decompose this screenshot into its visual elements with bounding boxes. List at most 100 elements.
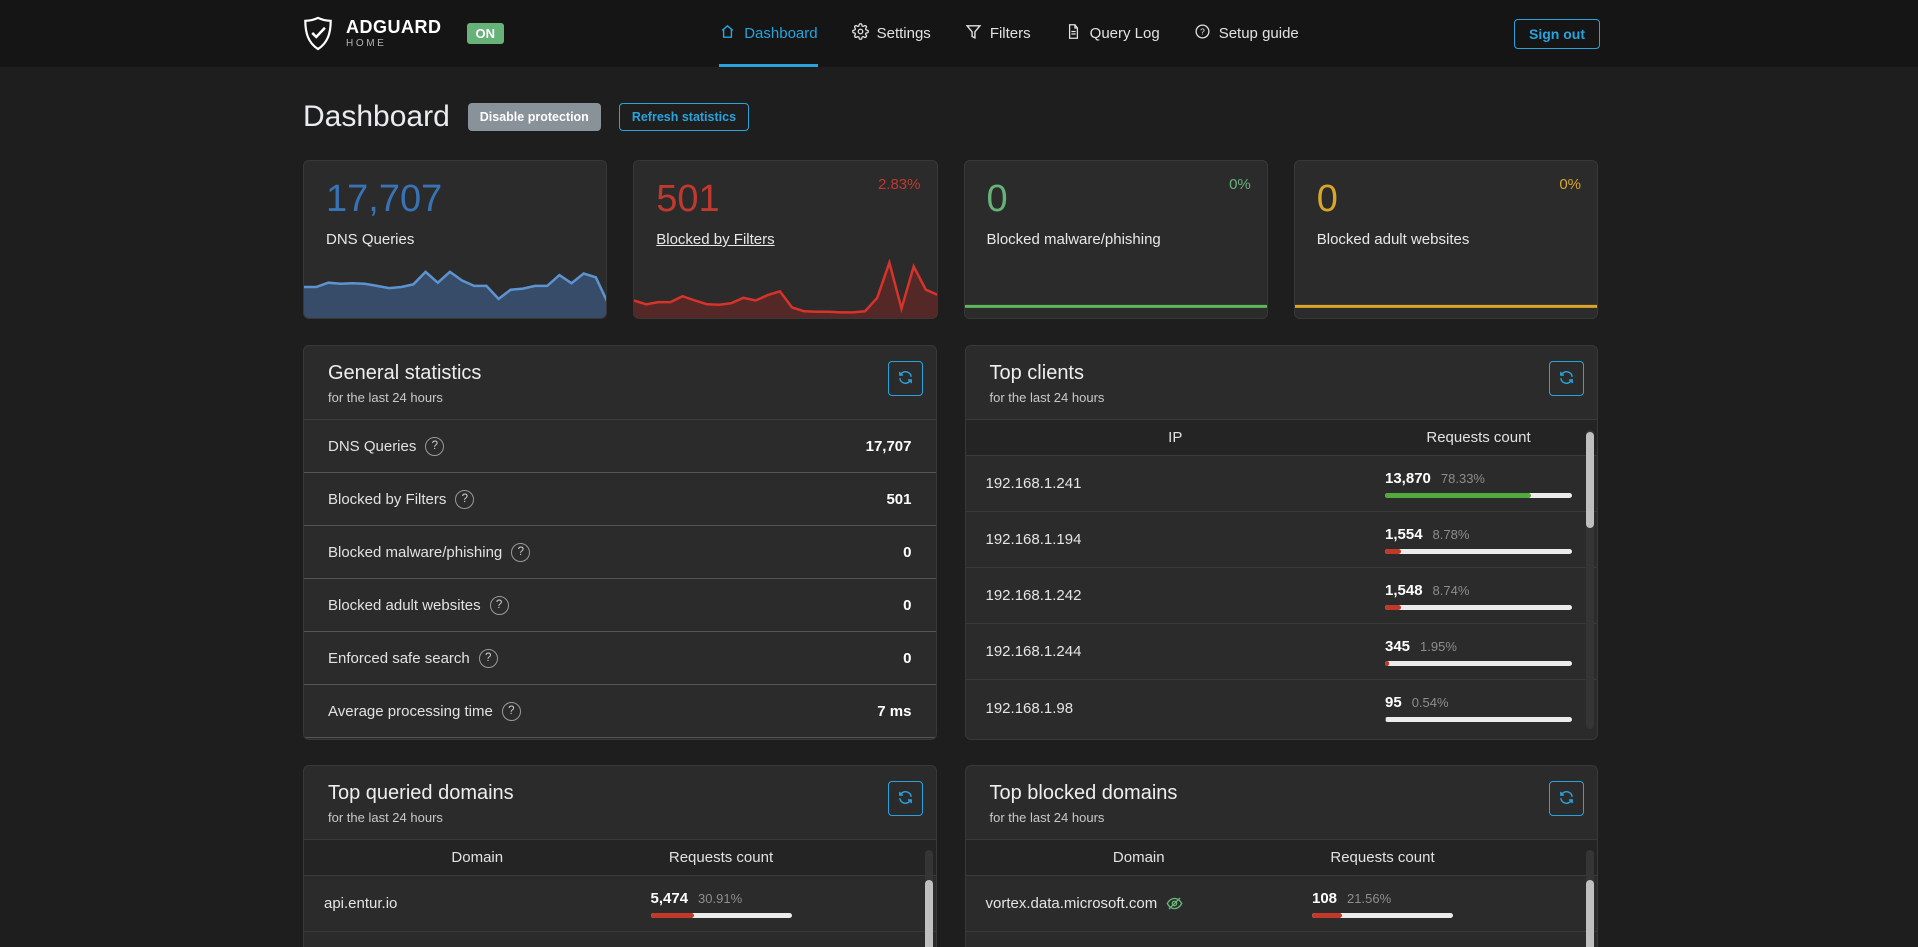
stat-label: Blocked by Filters (328, 491, 446, 508)
nav-label: Query Log (1090, 25, 1160, 42)
panel-subtitle: for the last 24 hours (990, 810, 1574, 825)
refresh-icon (897, 369, 914, 389)
scrollbar-thumb[interactable] (925, 880, 933, 947)
sign-out-button[interactable]: Sign out (1514, 19, 1600, 49)
protection-status-badge: ON (467, 23, 505, 44)
refresh-icon (1558, 369, 1575, 389)
page-title: Dashboard (303, 100, 450, 134)
disable-protection-button[interactable]: Disable protection (468, 103, 601, 131)
stat-value: 0 (903, 597, 911, 614)
requests-cell: 95 0.54% (1385, 694, 1572, 722)
main-nav: Dashboard Settings Filters (719, 0, 1299, 67)
requests-bar (651, 913, 792, 918)
request-count: 95 (1385, 694, 1402, 711)
help-icon[interactable]: ? (490, 596, 509, 615)
panel-title: Top clients (990, 362, 1574, 385)
top-navigation-bar: ADGUARD HOME ON Dashboard Settings (0, 0, 1918, 67)
column-header-ip: IP (966, 429, 1386, 446)
help-icon[interactable]: ? (479, 649, 498, 668)
stat-row: Blocked adult websites ? 0 (304, 579, 936, 632)
request-percent: 30.91% (698, 891, 742, 906)
column-header-domain: Domain (966, 849, 1313, 866)
panel-title: Top queried domains (328, 782, 912, 805)
middle-panels: General statistics for the last 24 hours… (303, 345, 1598, 740)
svg-text:?: ? (1200, 27, 1205, 37)
nav-item-query-log[interactable]: Query Log (1065, 0, 1160, 67)
adguard-brand: ADGUARD HOME ON (303, 16, 504, 51)
request-percent: 21.56% (1347, 891, 1391, 906)
table-row: 192.168.1.98 95 0.54% (966, 680, 1598, 736)
help-icon[interactable]: ? (455, 490, 474, 509)
client-ip[interactable]: 192.168.1.244 (966, 643, 1386, 660)
nav-item-filters[interactable]: Filters (965, 0, 1031, 67)
stat-label: Blocked adult websites (328, 597, 481, 614)
column-header-requests: Requests count (1385, 429, 1572, 446)
adguard-shield-logo-icon (303, 16, 333, 51)
nav-item-settings[interactable]: Settings (852, 0, 931, 67)
card-label: DNS Queries (326, 231, 414, 248)
table-row: 192.168.1.244 3451.95% (966, 624, 1598, 680)
card-label: Blocked malware/phishing (987, 231, 1161, 248)
blocked-by-filters-link[interactable]: Blocked by Filters (656, 231, 774, 248)
scrollbar-thumb[interactable] (1586, 880, 1594, 947)
domain-name[interactable]: vortex.data.microsoft.com (986, 895, 1158, 912)
top-blocked-domains-panel: Top blocked domains for the last 24 hour… (965, 765, 1599, 947)
nav-label: Dashboard (744, 25, 817, 42)
stat-value: 501 (886, 491, 911, 508)
card-value: 0 (1317, 179, 1338, 221)
document-icon (1065, 23, 1082, 44)
scrollbar-thumb[interactable] (1586, 432, 1594, 528)
column-header-domain: Domain (304, 849, 651, 866)
client-ip[interactable]: 192.168.1.241 (966, 475, 1386, 492)
card-value: 17,707 (326, 179, 442, 221)
general-statistics-panel: General statistics for the last 24 hours… (303, 345, 937, 740)
gear-icon (852, 23, 869, 44)
nav-item-setup-guide[interactable]: ? Setup guide (1194, 0, 1299, 67)
client-ip[interactable]: 192.168.1.194 (966, 531, 1386, 548)
requests-cell: 3451.95% (1385, 638, 1572, 666)
stat-value: 17,707 (866, 438, 912, 455)
brand-subtitle: HOME (346, 39, 442, 49)
request-percent: 8.74% (1433, 583, 1470, 598)
panel-header: Top clients for the last 24 hours (966, 346, 1598, 405)
panel-subtitle: for the last 24 hours (328, 810, 912, 825)
refresh-panel-button[interactable] (1549, 781, 1584, 816)
refresh-panel-button[interactable] (888, 361, 923, 396)
panel-title: Top blocked domains (990, 782, 1574, 805)
eye-off-icon (1166, 895, 1183, 912)
funnel-icon (965, 23, 982, 44)
request-count: 5,474 (651, 890, 689, 907)
help-icon[interactable]: ? (511, 543, 530, 562)
client-ip[interactable]: 192.168.1.98 (966, 700, 1386, 717)
stat-row: Average processing time ? 7 ms (304, 685, 936, 738)
card-percent-badge: 0% (1229, 176, 1251, 193)
card-dns-queries: 17,707 DNS Queries (303, 160, 607, 319)
card-value: 0 (987, 179, 1008, 221)
requests-cell: 13,87078.33% (1385, 470, 1572, 498)
requests-bar (1385, 717, 1572, 722)
stat-value: 0 (903, 650, 911, 667)
refresh-panel-button[interactable] (1549, 361, 1584, 396)
request-count: 1,554 (1385, 526, 1423, 543)
top-clients-panel: Top clients for the last 24 hours IP Req… (965, 345, 1599, 740)
card-value: 501 (656, 179, 719, 221)
panel-scrollbar (1586, 850, 1594, 947)
panel-scrollbar (1586, 430, 1594, 729)
client-ip[interactable]: 192.168.1.242 (966, 587, 1386, 604)
domain-name[interactable]: api.entur.io (304, 895, 651, 912)
request-percent: 0.54% (1412, 695, 1449, 710)
card-blocked-by-filters: 501 Blocked by Filters 2.83% (633, 160, 937, 319)
request-percent: 1.95% (1420, 639, 1457, 654)
refresh-panel-button[interactable] (888, 781, 923, 816)
page-title-row: Dashboard Disable protection Refresh sta… (303, 100, 1598, 134)
nav-item-dashboard[interactable]: Dashboard (719, 0, 817, 67)
question-circle-icon: ? (1194, 23, 1211, 44)
refresh-icon (897, 789, 914, 809)
help-icon[interactable]: ? (502, 702, 521, 721)
table-header: Domain Requests count (304, 839, 936, 876)
stat-row: Blocked malware/phishing ? 0 (304, 526, 936, 579)
brand-name: ADGUARD (346, 18, 442, 36)
refresh-statistics-button[interactable]: Refresh statistics (619, 103, 749, 131)
help-icon[interactable]: ? (425, 437, 444, 456)
stat-row: Enforced safe search ? 0 (304, 632, 936, 685)
